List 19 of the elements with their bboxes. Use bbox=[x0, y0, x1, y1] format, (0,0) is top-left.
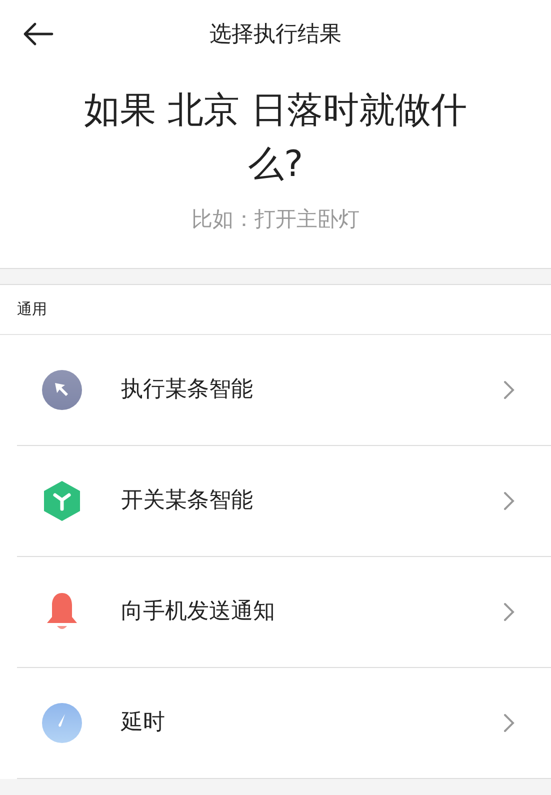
action-label: 执行某条智能 bbox=[121, 376, 254, 404]
chevron-right-icon bbox=[503, 490, 515, 510]
example-hint: 比如：打开主卧灯 bbox=[192, 206, 360, 233]
page-title: 选择执行结果 bbox=[210, 20, 342, 48]
back-arrow-icon bbox=[22, 22, 54, 46]
action-row[interactable]: 执行某条智能 bbox=[17, 334, 551, 446]
action-row[interactable]: 向手机发送通知 bbox=[17, 556, 551, 668]
action-label: 向手机发送通知 bbox=[121, 598, 276, 626]
chevron-right-icon bbox=[503, 602, 515, 622]
action-row[interactable]: 开关某条智能 bbox=[17, 446, 551, 556]
action-label: 延时 bbox=[121, 709, 166, 737]
section-label: 通用 bbox=[17, 298, 47, 320]
hexagon-icon bbox=[42, 480, 82, 522]
chevron-right-icon bbox=[503, 712, 515, 732]
question-heading: 如果 北京 日落时就做什么? bbox=[83, 89, 468, 187]
cursor-icon bbox=[42, 370, 82, 410]
gauge-icon bbox=[42, 702, 82, 742]
chevron-right-icon bbox=[503, 380, 515, 400]
action-label: 开关某条智能 bbox=[121, 487, 254, 515]
